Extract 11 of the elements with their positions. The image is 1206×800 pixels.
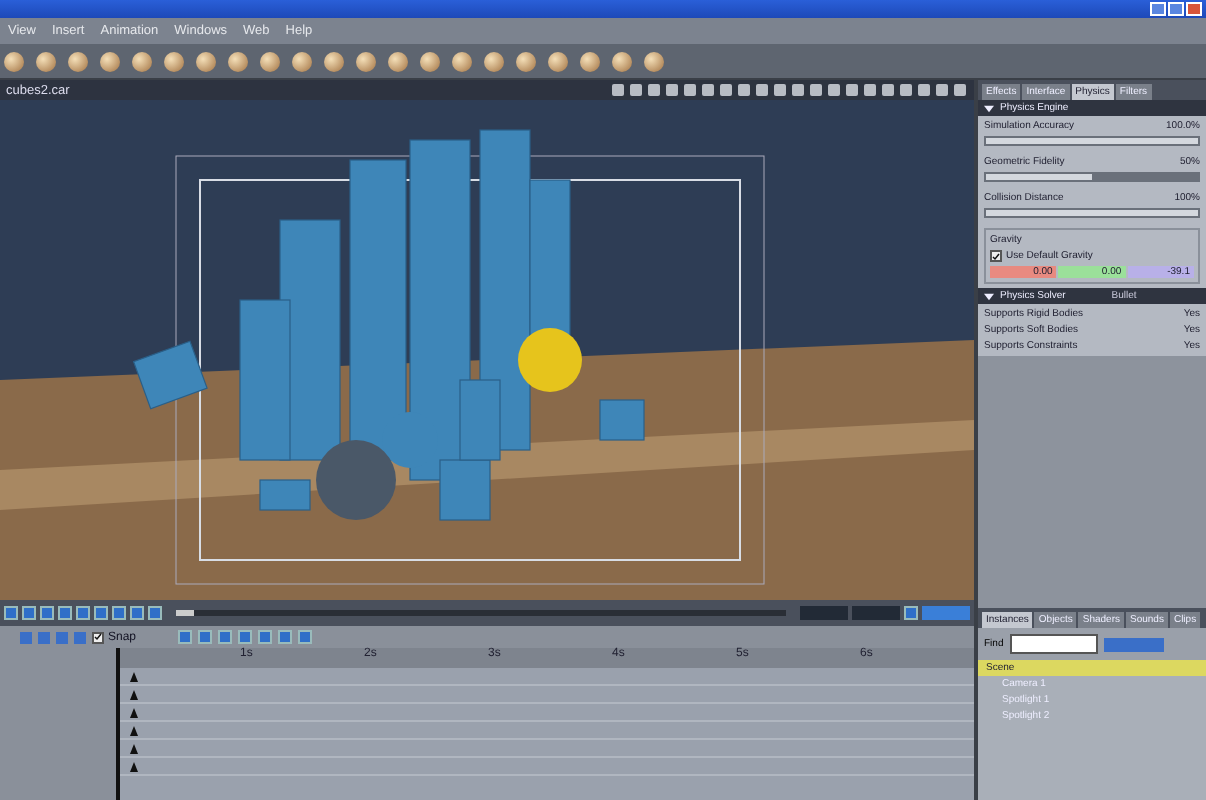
slider-track[interactable] [984,172,1200,182]
checkmark-icon [94,632,102,642]
minimize-button[interactable] [1150,2,1166,16]
close-button[interactable] [904,606,918,620]
filter-dropdown[interactable] [1103,637,1164,651]
time-field[interactable] [800,606,848,620]
find-field[interactable] [1009,634,1098,654]
maximize-button[interactable] [1168,2,1184,16]
checkmark-icon [992,251,1000,261]
timeline-scrubber[interactable] [176,610,786,616]
time-field[interactable] [852,606,900,620]
